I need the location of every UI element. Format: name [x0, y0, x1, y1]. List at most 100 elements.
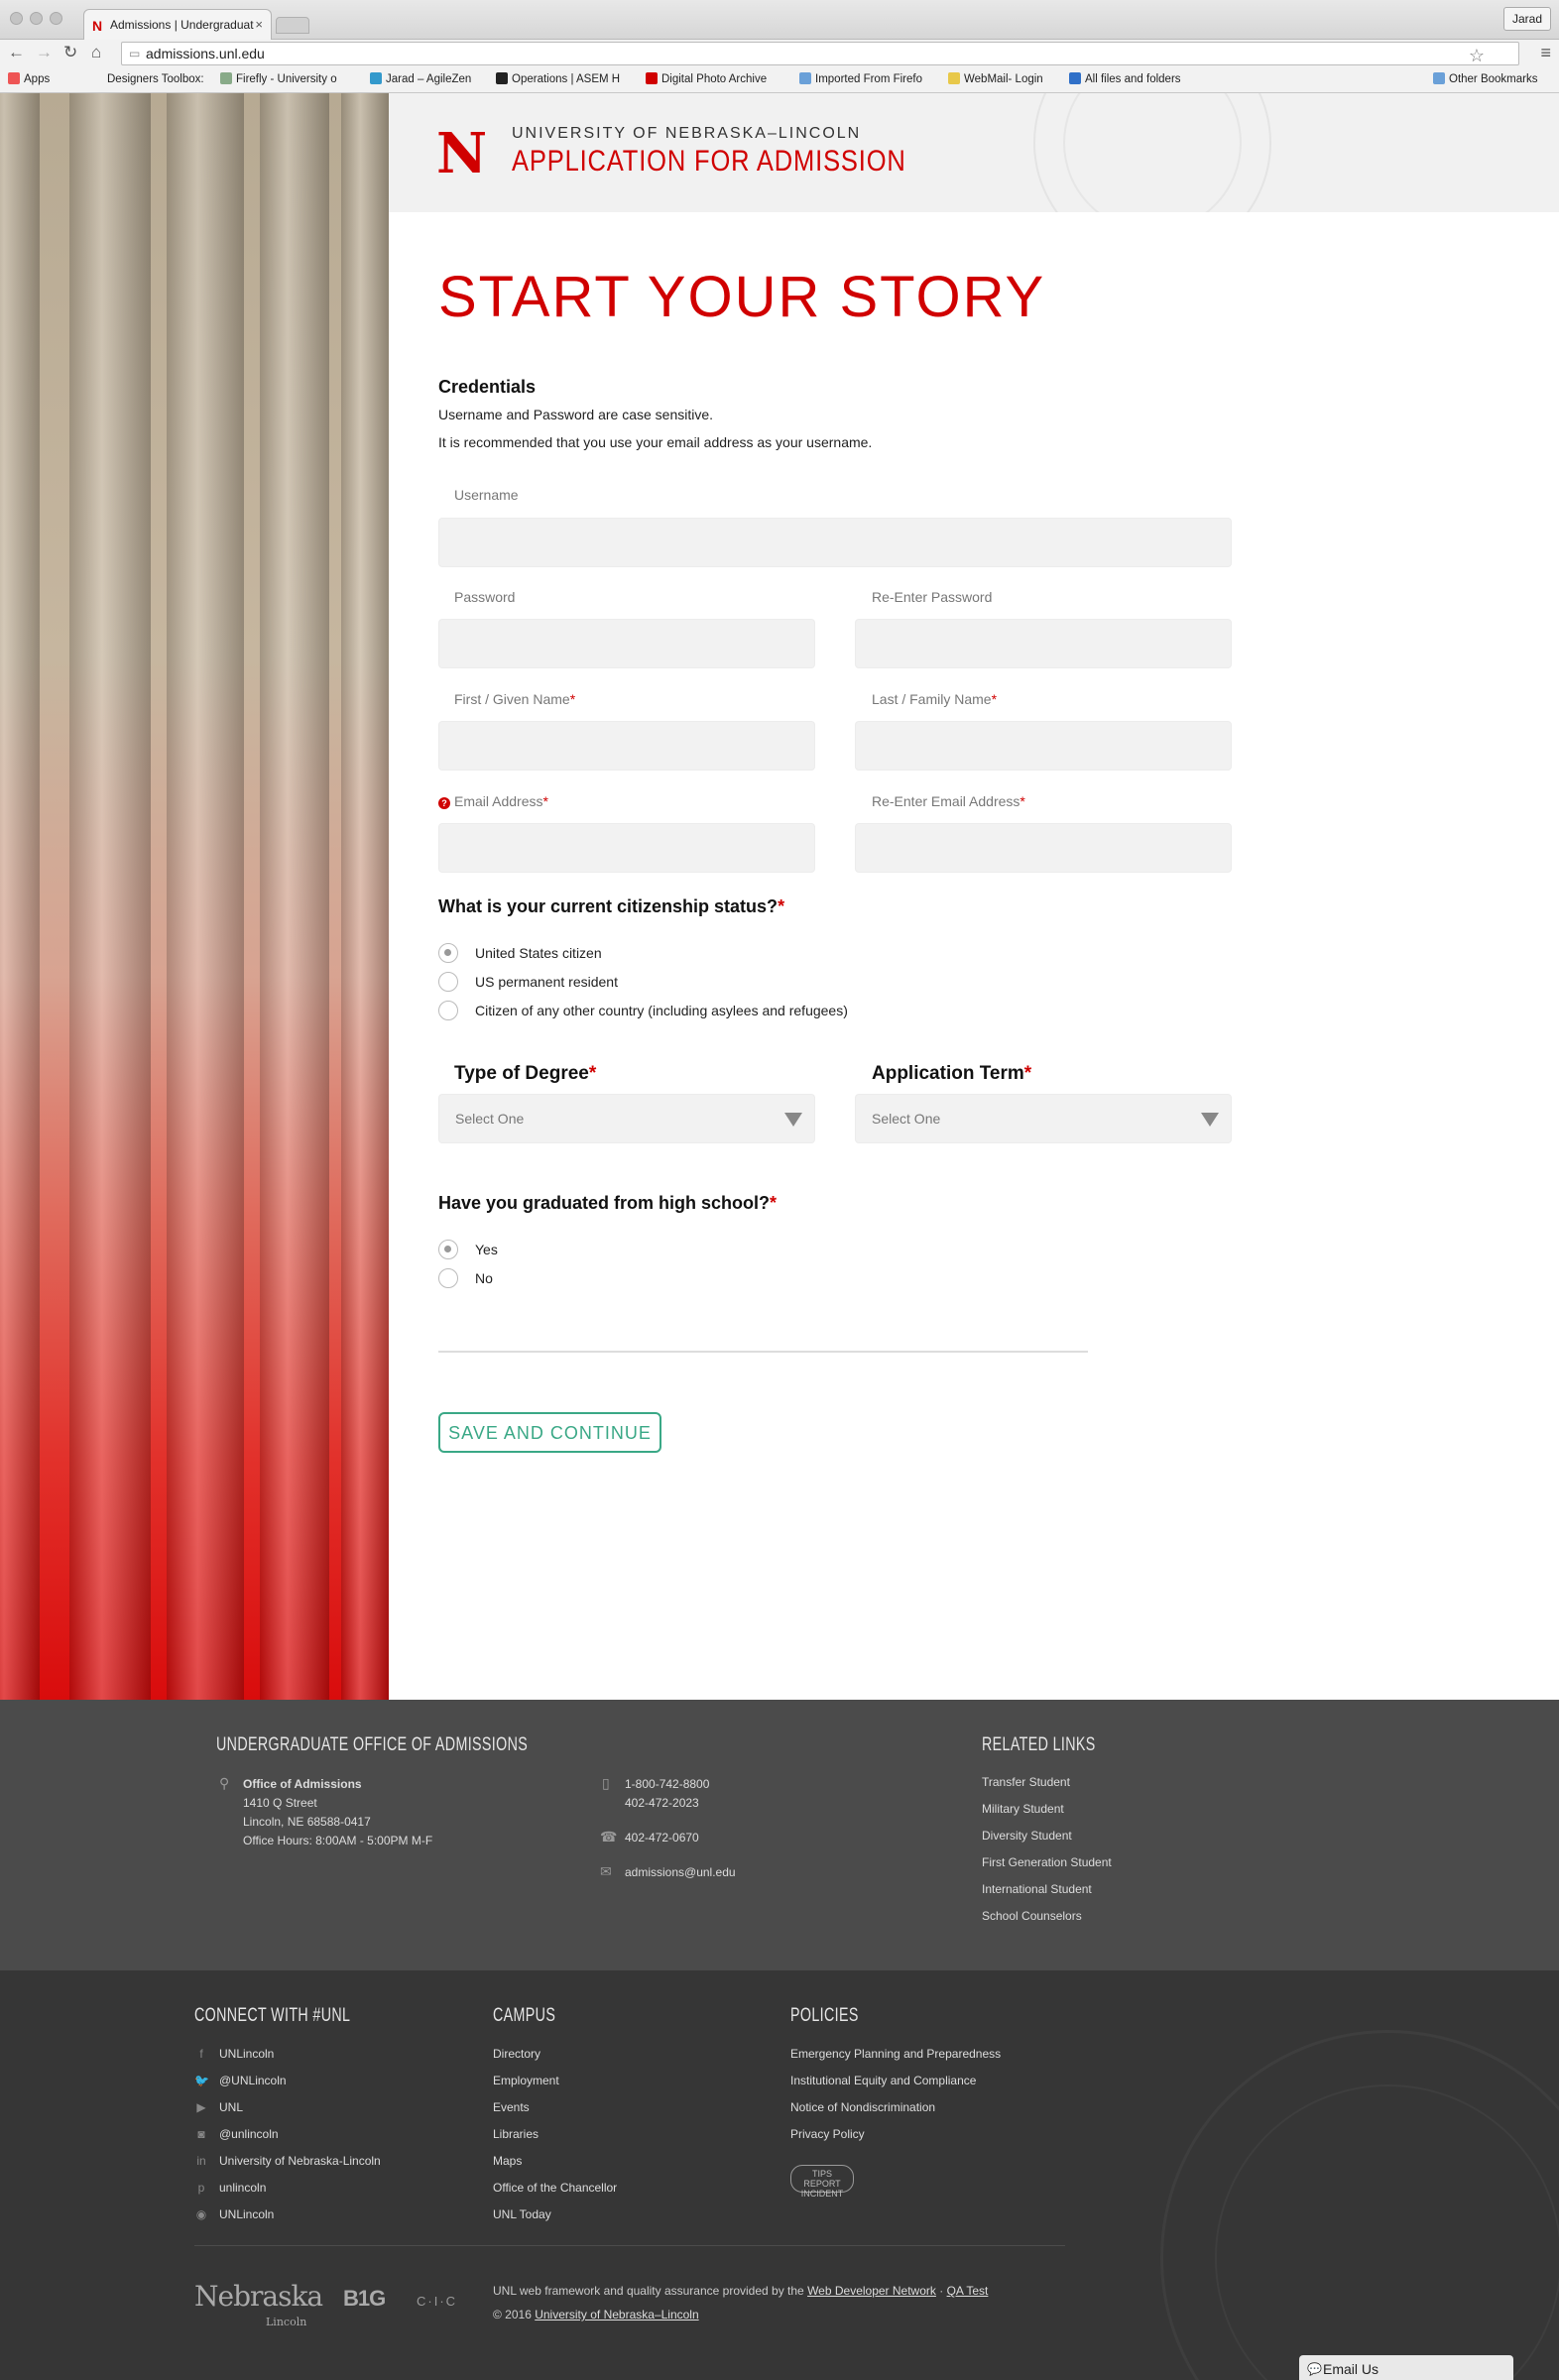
phone-2[interactable]: 402-472-2023 [625, 1794, 699, 1813]
bookmark-item[interactable]: Apps [8, 72, 67, 88]
new-tab-button[interactable] [276, 17, 309, 34]
save-and-continue-button[interactable]: SAVE AND CONTINUE [438, 1412, 661, 1453]
cic-logo[interactable]: C·I·C [417, 2294, 457, 2309]
related-link[interactable]: Military Student [982, 1802, 1064, 1816]
campus-link[interactable]: Office of the Chancellor [493, 2181, 617, 2195]
bookmark-item[interactable]: Imported From Firefo [799, 72, 933, 88]
bookmark-item[interactable]: Firefly - University o [220, 72, 359, 88]
related-link[interactable]: School Counselors [982, 1909, 1082, 1923]
window-zoom-button[interactable] [50, 12, 62, 25]
related-link[interactable]: Diversity Student [982, 1829, 1072, 1843]
address-bar[interactable]: ▭ admissions.unl.edu ☆ [121, 42, 1519, 65]
related-link[interactable]: Transfer Student [982, 1775, 1070, 1789]
campus-link[interactable]: Events [493, 2100, 530, 2114]
username-input[interactable] [438, 518, 1232, 567]
big-ten-logo[interactable]: B1G [343, 2286, 386, 2312]
campus-link[interactable]: Employment [493, 2074, 559, 2087]
bookmark-item[interactable]: WebMail- Login [948, 72, 1057, 88]
last-name-input[interactable] [855, 721, 1232, 771]
bookmark-item[interactable]: Designers Toolbox: G [91, 72, 205, 88]
browser-tab[interactable]: N Admissions | Undergraduat × [83, 9, 272, 40]
first-name-input[interactable] [438, 721, 815, 771]
policy-link[interactable]: Institutional Equity and Compliance [790, 2074, 976, 2087]
related-link[interactable]: First Generation Student [982, 1855, 1112, 1869]
reload-icon[interactable]: ↻ [63, 43, 77, 62]
university-link[interactable]: University of Nebraska–Lincoln [535, 2308, 698, 2321]
high-school-question: Have you graduated from high school?* [438, 1193, 778, 1213]
footer-global: CONNECT WITH #UNL f UNLincoln 🐦 @UNLincoln ▶… [0, 1970, 1559, 2380]
radio-button[interactable] [438, 1001, 458, 1020]
email-label: ? Email Address* [438, 793, 548, 809]
office-name: Office of Admissions [243, 1777, 362, 1791]
tips-report-incident-badge[interactable]: TIPS REPORT INCIDENT [790, 2165, 854, 2199]
campus-link[interactable]: UNL Today [493, 2207, 551, 2221]
social-label: UNLincoln [219, 2207, 275, 2221]
forward-arrow-icon[interactable]: → [36, 43, 53, 62]
office-heading: UNDERGRADUATE OFFICE OF ADMISSIONS [216, 1734, 529, 1755]
email-input[interactable] [438, 823, 815, 873]
bookmark-favicon-icon [370, 72, 382, 84]
reenter-password-input[interactable] [855, 619, 1232, 668]
office-hours: Office Hours: 8:00AM - 5:00PM M-F [243, 1834, 433, 1847]
email-us-button[interactable]: 💬 Email Us [1299, 2355, 1513, 2380]
campus-link[interactable]: Maps [493, 2154, 522, 2168]
nebraska-wordmark-logo[interactable]: Nebraska Lincoln [194, 2280, 323, 2328]
credentials-heading: Credentials [438, 377, 537, 397]
citizenship-question: What is your current citizenship status?… [438, 896, 785, 916]
column-shape [0, 93, 40, 1700]
bookmark-favicon-icon [8, 72, 20, 84]
social-network-icon: ◙ [197, 2127, 205, 2141]
bookmark-star-icon[interactable]: ☆ [1469, 46, 1485, 66]
policy-link[interactable]: Privacy Policy [790, 2127, 865, 2141]
bookmark-item[interactable]: Digital Photo Archive [646, 72, 784, 88]
qa-test-link[interactable]: QA Test [947, 2284, 989, 2298]
chrome-menu-icon[interactable]: ≡ [1540, 43, 1551, 63]
password-label: Password [454, 589, 516, 605]
bookmarks-bar: Apps Designers Toolbox: G Firefly - Univer… [0, 67, 1559, 93]
column-shape [167, 93, 244, 1700]
social-network-icon: in [196, 2154, 206, 2168]
social-network-icon: ◉ [195, 2207, 207, 2221]
column-shape [69, 93, 151, 1700]
application-term-select[interactable]: Select One [855, 1094, 1232, 1143]
password-input[interactable] [438, 619, 815, 668]
policy-link[interactable]: Emergency Planning and Preparedness [790, 2047, 1001, 2061]
radio-button[interactable] [438, 943, 458, 963]
unl-favicon-icon: N [92, 18, 103, 34]
radio-button[interactable] [438, 972, 458, 992]
policy-link[interactable]: Notice of Nondiscrimination [790, 2100, 935, 2114]
radio-button[interactable] [438, 1240, 458, 1259]
social-label: UNL [219, 2100, 244, 2114]
bookmark-item[interactable]: Other Bookmarks [1433, 72, 1557, 88]
profile-button[interactable]: Jarad [1502, 7, 1551, 31]
footer-admissions: UNDERGRADUATE OFFICE OF ADMISSIONS ⚲ Off… [0, 1700, 1559, 1970]
tab-close-icon[interactable]: × [255, 17, 263, 32]
back-arrow-icon[interactable]: ← [8, 43, 25, 62]
window-minimize-button[interactable] [30, 12, 43, 25]
web-developer-network-link[interactable]: Web Developer Network [807, 2284, 936, 2298]
campus-link[interactable]: Libraries [493, 2127, 539, 2141]
hero-columns-image [0, 93, 389, 1700]
related-link[interactable]: International Student [982, 1882, 1092, 1896]
degree-type-select[interactable]: Select One [438, 1094, 815, 1143]
reenter-password-label: Re-Enter Password [872, 589, 993, 605]
bookmark-item[interactable]: Operations | ASEM H [496, 72, 635, 88]
bookmark-item[interactable]: Jarad – AgileZen [370, 72, 484, 88]
unl-n-logo[interactable]: N [436, 126, 487, 181]
reenter-email-input[interactable] [855, 823, 1232, 873]
tab-title: Admissions | Undergraduat [110, 18, 254, 32]
url-text: admissions.unl.edu [146, 46, 265, 61]
browser-tab-bar: N Admissions | Undergraduat × Jarad [0, 0, 1559, 40]
phone-1[interactable]: 1-800-742-8800 [625, 1775, 709, 1794]
window-close-button[interactable] [10, 12, 23, 25]
column-shape [260, 93, 329, 1700]
copyright: © 2016 University of Nebraska–Lincoln [493, 2308, 699, 2321]
bookmark-label: Designers Toolbox: G [107, 73, 205, 85]
campus-link[interactable]: Directory [493, 2047, 540, 2061]
admissions-email-link[interactable]: admissions@unl.edu [625, 1863, 736, 1882]
help-question-icon[interactable]: ? [438, 797, 450, 809]
bookmark-item[interactable]: All files and folders [1069, 72, 1203, 88]
social-network-icon: p [197, 2181, 205, 2195]
radio-button[interactable] [438, 1268, 458, 1288]
home-icon[interactable]: ⌂ [91, 43, 101, 62]
